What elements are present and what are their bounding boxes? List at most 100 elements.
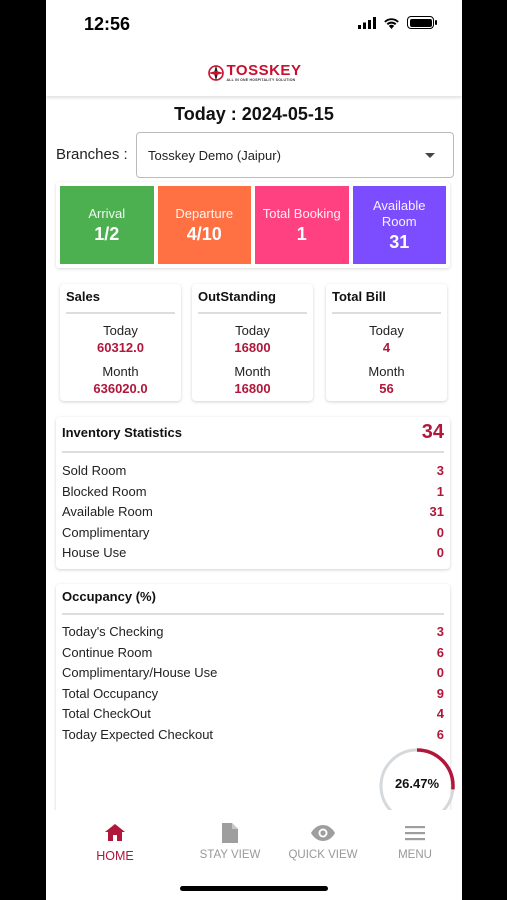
row-label: Total Occupancy xyxy=(62,685,159,701)
row-label: Sold Room xyxy=(62,463,127,478)
row-label: Complimentary/House Use xyxy=(62,665,218,680)
row-label: Available Room xyxy=(62,504,153,519)
divider xyxy=(198,312,307,314)
logo-mark-icon xyxy=(207,65,224,81)
card-title: Occupancy (%) xyxy=(62,589,156,604)
document-icon xyxy=(222,823,238,843)
occupancy-percentage: 26.47% xyxy=(394,776,440,791)
row-value: 6 xyxy=(436,644,444,660)
month-label: Month xyxy=(368,364,405,379)
row-label: House Use xyxy=(62,545,127,560)
signal-icon xyxy=(358,16,376,29)
divider xyxy=(66,312,175,314)
tile-value: 31 xyxy=(389,231,410,252)
tab-label: STAY VIEW xyxy=(199,849,261,861)
month-value: 56 xyxy=(379,381,394,396)
today-label: Today xyxy=(235,323,270,338)
card-title: Inventory Statistics xyxy=(62,425,182,440)
today-label: Today xyxy=(369,323,404,338)
status-icons xyxy=(358,16,437,29)
inventory-card: Inventory Statistics 34 Sold Room 3 Block… xyxy=(56,417,450,569)
today-value: 16800 xyxy=(234,340,271,355)
tile-value: 1/2 xyxy=(94,223,120,244)
eye-icon xyxy=(311,825,335,841)
tab-label: HOME xyxy=(96,849,134,863)
outstanding-card: OutStanding Today 16800 Month 16800 xyxy=(192,284,313,401)
row-value: 3 xyxy=(436,463,444,478)
row-value: 0 xyxy=(436,524,444,540)
list-item: Available Room 31 xyxy=(62,504,444,519)
list-item: Complimentary 0 xyxy=(62,525,444,540)
card-title: Sales xyxy=(66,289,100,304)
logo-tagline: ALL IN ONE HOSPITALITY SOLUTION xyxy=(226,78,296,82)
tile-value: 4/10 xyxy=(186,223,222,244)
branch-dropdown[interactable]: Tosskey Demo (Jaipur) xyxy=(136,132,454,178)
tab-label: MENU xyxy=(398,849,432,861)
list-item: Complimentary/House Use 0 xyxy=(62,665,444,680)
row-value: 31 xyxy=(429,504,444,519)
list-item: Today Expected Checkout 6 xyxy=(62,727,444,742)
row-label: Today Expected Checkout xyxy=(62,726,214,742)
wifi-icon xyxy=(384,17,399,29)
row-value: 4 xyxy=(436,706,444,721)
row-label: Complimentary xyxy=(62,524,150,540)
month-value: 16800 xyxy=(234,381,271,396)
row-value: 0 xyxy=(436,545,444,560)
tab-label: QUICK VIEW xyxy=(288,849,358,861)
row-label: Total CheckOut xyxy=(62,706,151,721)
status-time: 12:56 xyxy=(84,14,131,34)
battery-icon xyxy=(407,16,437,29)
tab-quick-view[interactable]: QUICK VIEW xyxy=(276,822,370,861)
row-value: 9 xyxy=(436,685,444,701)
inventory-total: 34 xyxy=(421,421,444,443)
stat-tiles: Arrival 1/2 Departure 4/10 Total Booking… xyxy=(56,182,450,268)
row-value: 1 xyxy=(436,483,444,499)
month-label: Month xyxy=(102,364,139,379)
tab-menu[interactable]: MENU xyxy=(368,822,462,861)
branch-selected-value: Tosskey Demo (Jaipur) xyxy=(148,147,281,163)
tile-label: Arrival xyxy=(88,205,126,221)
tile-available-room[interactable]: Available Room 31 xyxy=(352,186,446,264)
tab-home[interactable]: HOME xyxy=(68,822,162,863)
status-bar: 12:56 xyxy=(46,0,462,50)
tile-label: Departure xyxy=(175,205,234,221)
card-title: Total Bill xyxy=(332,289,386,304)
home-icon xyxy=(105,824,125,841)
tosskey-logo: TOSSKEY ALL IN ONE HOSPITALITY SOLUTION xyxy=(207,62,302,82)
row-label: Today's Checking xyxy=(62,624,164,639)
row-value: 3 xyxy=(436,624,444,639)
sales-card: Sales Today 60312.0 Month 636020.0 xyxy=(60,284,181,401)
home-indicator xyxy=(180,886,328,891)
today-label: Today xyxy=(103,323,138,338)
tile-label: Available Room xyxy=(372,197,426,229)
app-screen: 12:56 TOSSKEY ALL IN ONE HOSPITALITY SOL… xyxy=(46,0,462,900)
divider xyxy=(62,451,444,453)
month-label: Month xyxy=(234,364,271,379)
today-value: 4 xyxy=(382,340,391,355)
tab-stay-view[interactable]: STAY VIEW xyxy=(183,822,277,861)
tile-arrival[interactable]: Arrival 1/2 xyxy=(60,186,154,264)
menu-icon xyxy=(405,826,425,841)
occupancy-card: Occupancy (%) Today's Checking 3 Continue… xyxy=(56,584,455,824)
month-value: 636020.0 xyxy=(93,381,148,396)
app-header: TOSSKEY ALL IN ONE HOSPITALITY SOLUTION xyxy=(46,50,462,96)
branches-label: Branches : xyxy=(56,146,128,163)
tile-departure[interactable]: Departure 4/10 xyxy=(157,186,251,264)
list-item: Total CheckOut 4 xyxy=(62,706,444,721)
page-title: Today : 2024-05-15 xyxy=(174,104,334,124)
list-item: Total Occupancy 9 xyxy=(62,686,444,701)
card-title: OutStanding xyxy=(198,289,276,304)
tile-value: 1 xyxy=(296,223,307,244)
divider xyxy=(62,613,444,615)
row-label: Blocked Room xyxy=(62,483,147,499)
divider xyxy=(332,312,441,314)
total-bill-card: Total Bill Today 4 Month 56 xyxy=(326,284,447,401)
list-item: Today's Checking 3 xyxy=(62,624,444,639)
list-item: Sold Room 3 xyxy=(62,463,444,478)
today-value: 60312.0 xyxy=(97,340,144,355)
list-item: Continue Room 6 xyxy=(62,645,444,660)
row-label: Continue Room xyxy=(62,644,153,660)
list-item: Blocked Room 1 xyxy=(62,484,444,499)
tile-total-booking[interactable]: Total Booking 1 xyxy=(255,186,349,264)
logo-text: TOSSKEY xyxy=(226,62,302,79)
